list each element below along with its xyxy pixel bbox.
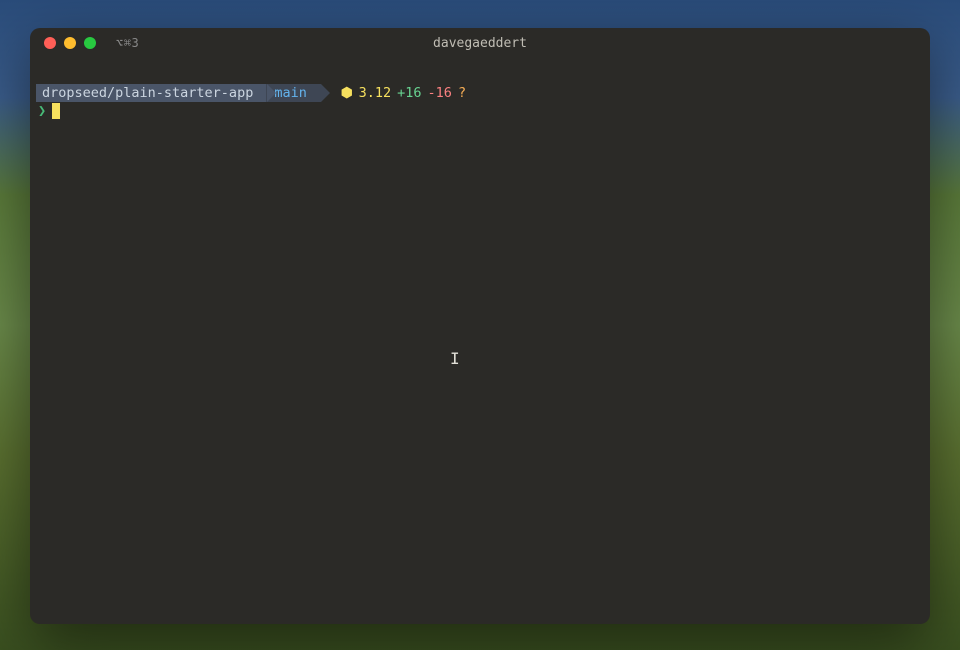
maximize-button[interactable]	[84, 37, 96, 49]
titlebar[interactable]: ⌥⌘3 davegaeddert	[30, 28, 930, 58]
runtime-status: ⬢ 3.12 +16 -16 ?	[341, 84, 466, 102]
window-shortcut-label: ⌥⌘3	[116, 36, 139, 50]
prompt-status-line: dropseed/plain-starter-app main ⬢ 3.12 +…	[36, 84, 924, 102]
prompt-character: ❯	[38, 102, 46, 120]
text-cursor-block	[52, 103, 60, 119]
terminal-body[interactable]: dropseed/plain-starter-app main ⬢ 3.12 +…	[30, 58, 930, 624]
repo-segment: dropseed/plain-starter-app	[36, 84, 267, 102]
window-title: davegaeddert	[433, 36, 527, 51]
minimize-button[interactable]	[64, 37, 76, 49]
chevron-right-icon	[267, 84, 276, 102]
chevron-right-icon	[321, 84, 330, 102]
git-additions: +16	[397, 84, 421, 102]
traffic-lights	[44, 37, 96, 49]
branch-name: main	[274, 84, 307, 102]
git-untracked: ?	[458, 84, 466, 102]
git-deletions: -16	[428, 84, 452, 102]
terminal-window: ⌥⌘3 davegaeddert dropseed/plain-starter-…	[30, 28, 930, 624]
python-version: 3.12	[359, 84, 392, 102]
ibeam-cursor-icon: 𝙸	[450, 348, 460, 370]
python-icon: ⬢	[341, 84, 353, 102]
command-input-line[interactable]: ❯	[36, 102, 924, 120]
repo-path: dropseed/plain-starter-app	[42, 84, 253, 102]
close-button[interactable]	[44, 37, 56, 49]
